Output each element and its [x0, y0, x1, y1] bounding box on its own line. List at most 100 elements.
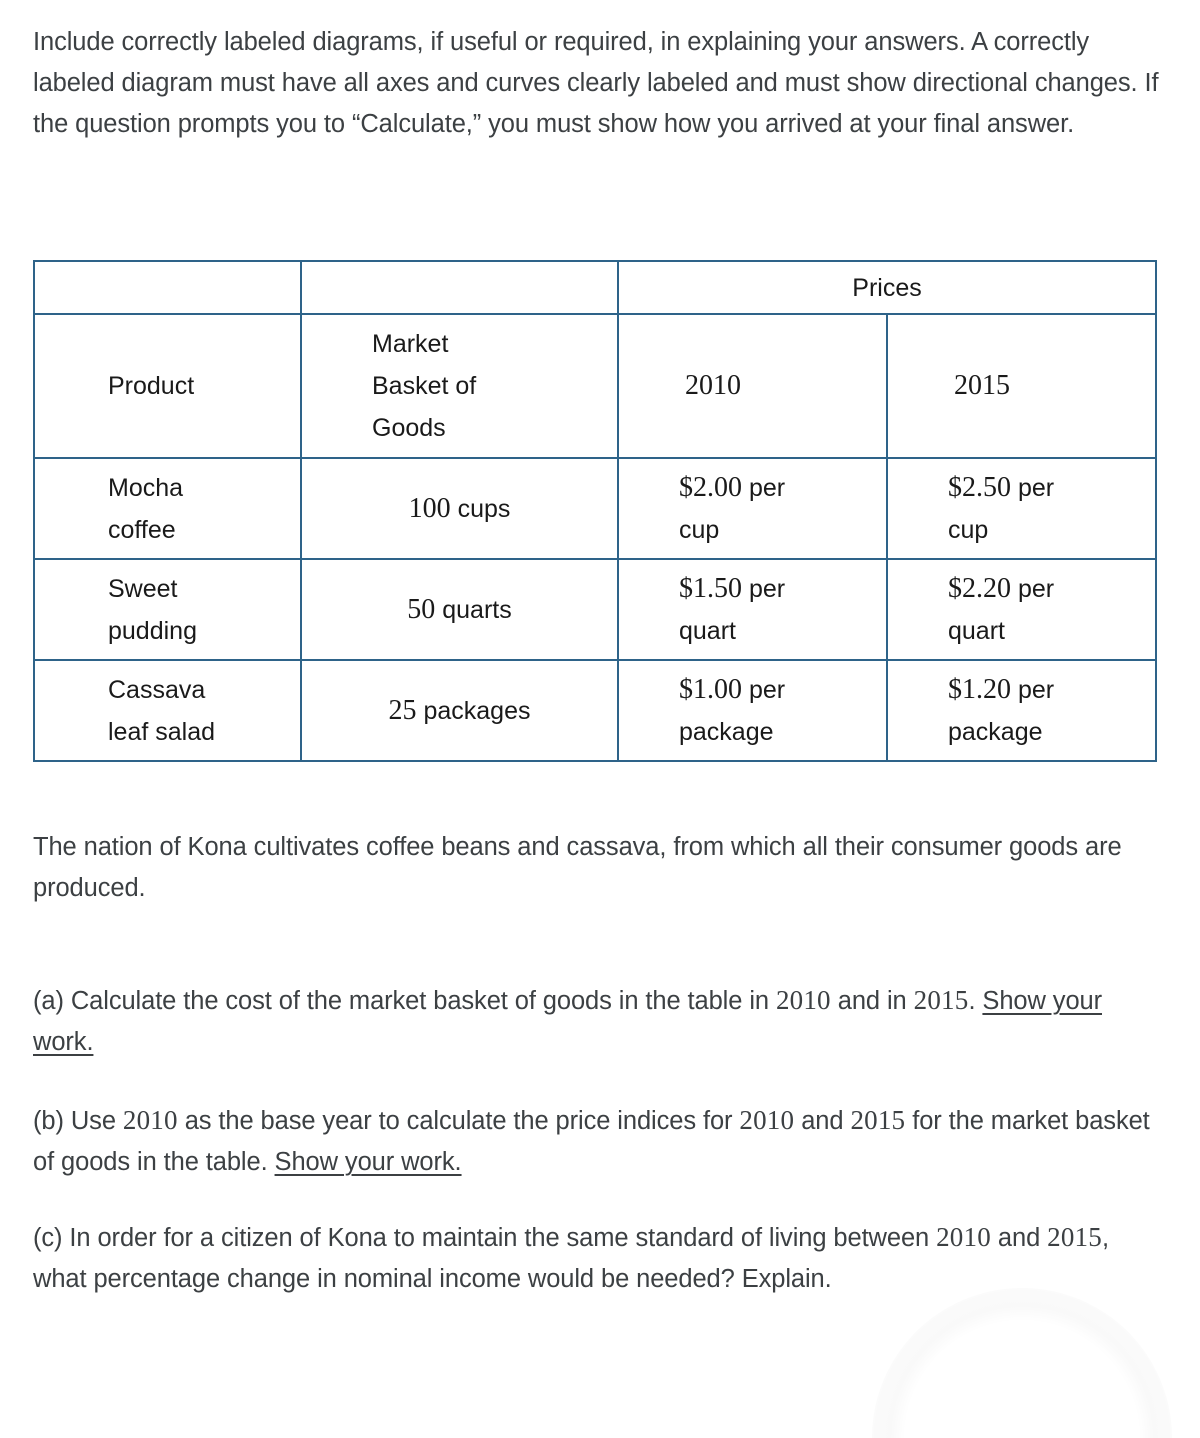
question-b-label: (b) — [33, 1107, 64, 1135]
quantity-unit: quarts — [442, 595, 512, 624]
price-2010-unit: cup — [679, 515, 720, 544]
price-2010-amount: $1.50 — [679, 572, 742, 604]
quantity-unit: packages — [423, 696, 531, 725]
cell-price-2010: $1.50 per quart — [617, 558, 888, 661]
quantity-number: 50 — [407, 593, 436, 625]
header-market-basket-line1: Market — [372, 330, 449, 358]
price-2015-per: per — [1017, 473, 1055, 502]
price-2010-per: per — [748, 473, 786, 502]
price-2010-per: per — [748, 675, 786, 704]
product-line1: Sweet — [108, 574, 178, 603]
header-year-2015-label: 2015 — [954, 370, 1010, 401]
price-2010-space — [742, 575, 749, 603]
table-row: Sweet pudding 50 quarts $1.50 per quart … — [33, 558, 1157, 661]
price-2015-per: per — [1017, 574, 1055, 603]
question-c-text-middle: and — [990, 1224, 1048, 1252]
price-2010-space — [742, 474, 749, 502]
cell-header-market-basket: Market Basket of Goods — [300, 313, 619, 459]
cell-quantity: 25 packages — [300, 659, 619, 762]
cell-price-2010: $2.00 per cup — [617, 457, 888, 560]
product-line1: Mocha — [108, 473, 184, 502]
question-b-text-middle: as the base year to calculate the price … — [177, 1107, 740, 1135]
question-a: (a) Calculate the cost of the market bas… — [33, 980, 1153, 1063]
context-paragraph: The nation of Kona cultivates coffee bea… — [33, 833, 1122, 902]
header-product-label: Product — [108, 372, 195, 400]
question-a-text-middle: and in — [830, 987, 914, 1015]
cell-price-2015: $1.20 per package — [886, 659, 1157, 762]
price-2015-unit: package — [948, 717, 1043, 746]
quantity-unit: cups — [457, 494, 511, 523]
question-a-text-after: . — [968, 987, 983, 1015]
cell-product-name: Sweet pudding — [33, 558, 302, 661]
question-a-label: (a) — [33, 987, 64, 1015]
scan-artifact-arc — [872, 1288, 1172, 1438]
question-a-text-before: Calculate the cost of the market basket … — [63, 987, 776, 1015]
price-2015-unit: cup — [948, 515, 989, 544]
table-row-column-headers: Product Market Basket of Goods 2010 2015 — [33, 313, 1157, 459]
cell-price-2015: $2.50 per cup — [886, 457, 1157, 560]
price-2010-per: per — [748, 574, 786, 603]
quantity-value: 50 quarts — [320, 589, 599, 631]
price-2015-line1: $2.50 per — [906, 467, 1137, 509]
table-row-group-header: Prices — [33, 260, 1157, 315]
quantity-number: 100 — [408, 492, 451, 524]
market-basket-table: Prices Product Market Basket of Goods 20… — [33, 260, 1157, 762]
question-b-show-work: Show your work. — [274, 1148, 462, 1176]
price-2010-line1: $1.50 per — [637, 568, 868, 610]
cell-blank-corner-1 — [33, 260, 302, 315]
product-line2: coffee — [108, 515, 176, 544]
price-2015-space — [1011, 676, 1018, 704]
price-2015-space — [1011, 474, 1018, 502]
cell-prices-group-header: Prices — [617, 260, 1157, 315]
question-c-year-1: 2010 — [936, 1222, 991, 1252]
header-market-basket-line3: Goods — [372, 414, 446, 442]
table-row: Cassava leaf salad 25 packages $1.00 per… — [33, 659, 1157, 762]
product-line1: Cassava — [108, 675, 206, 704]
price-2010-unit: quart — [679, 616, 736, 645]
price-2010-amount: $2.00 — [679, 471, 742, 503]
intro-paragraph: Include correctly labeled diagrams, if u… — [33, 28, 1159, 138]
worksheet-page: Include correctly labeled diagrams, if u… — [0, 0, 1200, 1438]
question-b-year-2: 2010 — [739, 1105, 795, 1135]
price-2010-line1: $1.00 per — [637, 669, 868, 711]
price-2010-space — [742, 676, 749, 704]
cell-header-year-2010: 2010 — [617, 313, 888, 459]
price-2015-line1: $1.20 per — [906, 669, 1137, 711]
cell-blank-corner-2 — [300, 260, 619, 315]
quantity-unit-spacer — [451, 495, 458, 523]
price-2015-amount: $2.50 — [948, 471, 1011, 503]
quantity-value: 25 packages — [320, 690, 599, 732]
table-row: Mocha coffee 100 cups $2.00 per cup $2.5… — [33, 457, 1157, 560]
price-2015-space — [1011, 575, 1018, 603]
question-b-year-3: 2015 — [850, 1105, 906, 1135]
question-b: (b) Use 2010 as the base year to calcula… — [33, 1100, 1163, 1183]
question-a-year-2: 2015 — [913, 985, 969, 1015]
price-2015-line1: $2.20 per — [906, 568, 1137, 610]
cell-header-product: Product — [33, 313, 302, 459]
cell-price-2015: $2.20 per quart — [886, 558, 1157, 661]
question-c-year-2: 2015 — [1047, 1222, 1102, 1252]
question-a-year-1: 2010 — [775, 985, 831, 1015]
price-2015-amount: $2.20 — [948, 572, 1011, 604]
cell-header-year-2015: 2015 — [886, 313, 1157, 459]
quantity-number: 25 — [388, 694, 417, 726]
cell-product-name: Mocha coffee — [33, 457, 302, 560]
market-basket-table-wrapper: Prices Product Market Basket of Goods 20… — [33, 260, 1157, 762]
price-2010-unit: package — [679, 717, 774, 746]
price-2010-amount: $1.00 — [679, 673, 742, 705]
cell-product-name: Cassava leaf salad — [33, 659, 302, 762]
header-market-basket-line2: Basket of — [372, 372, 477, 400]
quantity-value: 100 cups — [320, 488, 599, 530]
question-c: (c) In order for a citizen of Kona to ma… — [33, 1217, 1163, 1300]
question-b-year-1: 2010 — [122, 1105, 178, 1135]
question-b-text-middle-2: and — [794, 1107, 851, 1135]
cell-quantity: 100 cups — [300, 457, 619, 560]
product-line2: leaf salad — [108, 717, 216, 746]
question-b-text-before: Use — [63, 1107, 123, 1135]
price-2015-unit: quart — [948, 616, 1005, 645]
price-2010-line1: $2.00 per — [637, 467, 868, 509]
cell-price-2010: $1.00 per package — [617, 659, 888, 762]
price-2015-per: per — [1017, 675, 1055, 704]
question-c-label: (c) — [33, 1224, 63, 1252]
header-year-2010-label: 2010 — [685, 370, 741, 401]
